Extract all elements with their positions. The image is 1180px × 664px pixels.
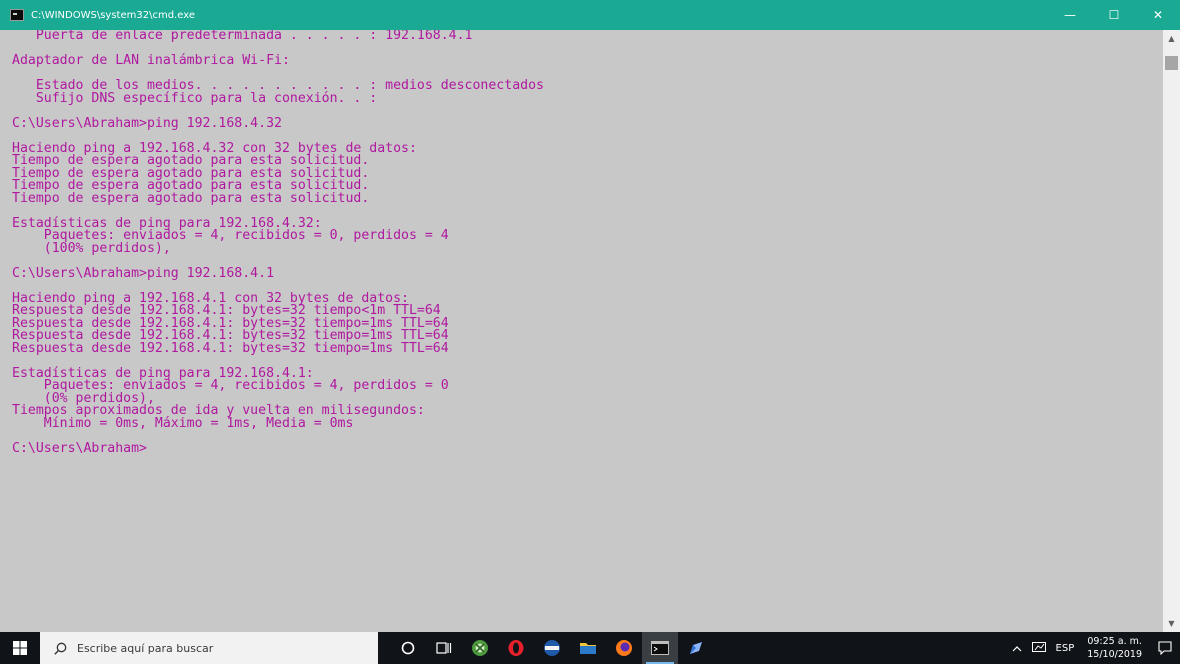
- opera-icon: [508, 640, 524, 656]
- language-indicator[interactable]: ESP: [1051, 632, 1080, 664]
- console-line: Tiempo de espera agotado para esta solic…: [12, 190, 370, 206]
- file-explorer-icon: [580, 643, 596, 654]
- opera-button[interactable]: [498, 632, 534, 664]
- cortana-icon: [401, 641, 415, 655]
- console-line: C:\Users\Abraham>ping 192.168.4.32: [12, 115, 282, 131]
- task-view-icon: [436, 642, 452, 654]
- cmd-window: C:\WINDOWS\system32\cmd.exe — ☐ ✕ Puerta…: [0, 0, 1180, 632]
- network-icon: [1031, 642, 1046, 652]
- xbox-app-button[interactable]: [462, 632, 498, 664]
- app-icon: [544, 640, 560, 656]
- system-tray: ESP 09:25 a. m. 15/10/2019: [1007, 632, 1180, 664]
- chevron-up-icon: [1012, 645, 1021, 651]
- firefox-icon: [616, 640, 632, 656]
- pen-icon: [690, 642, 702, 654]
- console-line: (100% perdidos),: [12, 240, 171, 256]
- scroll-down-arrow-icon[interactable]: ▼: [1163, 615, 1180, 632]
- file-explorer-button[interactable]: [570, 632, 606, 664]
- taskbar-search-box[interactable]: Escribe aquí para buscar: [40, 632, 378, 664]
- console-line: C:\Users\Abraham>ping 192.168.4.1: [12, 265, 275, 281]
- vertical-scrollbar[interactable]: ▲ ▼: [1163, 30, 1180, 632]
- search-icon: [54, 642, 67, 655]
- scroll-thumb[interactable]: [1165, 56, 1178, 70]
- firefox-button[interactable]: [606, 632, 642, 664]
- cmd-app-icon[interactable]: [10, 9, 24, 21]
- network-tray-button[interactable]: [1027, 632, 1051, 664]
- task-view-button[interactable]: [426, 632, 462, 664]
- cortana-button[interactable]: [390, 632, 426, 664]
- scroll-up-arrow-icon[interactable]: ▲: [1163, 30, 1180, 47]
- console-line: Mínimo = 0ms, Máximo = 1ms, Media = 0ms: [12, 415, 354, 431]
- pen-app-button[interactable]: [678, 632, 714, 664]
- taskbar: Escribe aquí para buscar ESP 09:25 a. m.…: [0, 632, 1180, 664]
- close-button[interactable]: ✕: [1136, 0, 1180, 30]
- action-center-button[interactable]: [1150, 632, 1180, 664]
- windows-logo-icon: [13, 641, 27, 655]
- start-button[interactable]: [0, 632, 40, 664]
- console-output[interactable]: Puerta de enlace predeterminada . . . . …: [12, 30, 1160, 626]
- console-line: Adaptador de LAN inalámbrica Wi-Fi:: [12, 53, 290, 68]
- cmd-taskbar-button[interactable]: [642, 632, 678, 664]
- window-controls: — ☐ ✕: [1048, 0, 1180, 30]
- cmd-icon: [651, 641, 669, 655]
- clock-date: 15/10/2019: [1087, 649, 1142, 660]
- console-line: Paquetes: enviados = 4, recibidos = 4, p…: [12, 378, 449, 393]
- console-line: Puerta de enlace predeterminada . . . . …: [12, 30, 473, 43]
- show-hidden-icons-button[interactable]: [1007, 632, 1027, 664]
- console-line: Respuesta desde 192.168.4.1: bytes=32 ti…: [12, 340, 449, 356]
- maximize-button[interactable]: ☐: [1092, 0, 1136, 30]
- search-placeholder: Escribe aquí para buscar: [77, 641, 214, 655]
- notification-icon: [1158, 641, 1172, 655]
- console-line: Paquetes: enviados = 4, recibidos = 0, p…: [12, 228, 449, 243]
- clock-time: 09:25 a. m.: [1087, 636, 1142, 647]
- console-line: Sufijo DNS específico para la conexión. …: [12, 90, 378, 106]
- console-line: C:\Users\Abraham>: [12, 440, 147, 456]
- minimize-button[interactable]: —: [1048, 0, 1092, 30]
- taskbar-apps: [390, 632, 714, 664]
- title-bar[interactable]: C:\WINDOWS\system32\cmd.exe — ☐ ✕: [0, 0, 1180, 30]
- app-button[interactable]: [534, 632, 570, 664]
- xbox-app-icon: [472, 640, 488, 656]
- window-title: C:\WINDOWS\system32\cmd.exe: [31, 9, 195, 21]
- clock[interactable]: 09:25 a. m. 15/10/2019: [1079, 635, 1150, 661]
